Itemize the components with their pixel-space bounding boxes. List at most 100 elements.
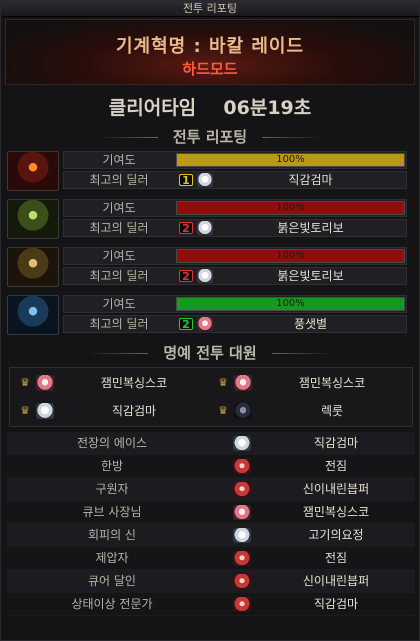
best-dealer: 2 붉은빛토리보 bbox=[176, 268, 405, 284]
award-winner: 고기의요정 bbox=[308, 528, 364, 542]
character-avatar-icon bbox=[36, 375, 54, 391]
boss-gold-icon bbox=[7, 247, 59, 287]
character-avatar-icon bbox=[197, 317, 213, 331]
character-avatar-icon bbox=[233, 436, 251, 451]
boss-red-icon bbox=[7, 151, 59, 191]
crown-icon: ♛ bbox=[20, 404, 30, 417]
party-row: 기여도 100% 최고의 딜러 2 붉은빛토리보 bbox=[5, 197, 415, 241]
rank-badge: 1 bbox=[179, 174, 193, 187]
award-winner: 전짐 bbox=[324, 459, 348, 473]
honor-member: ♛ 렉룻 bbox=[212, 398, 408, 424]
honor-member-name: 직감검마 bbox=[111, 404, 157, 418]
awards-list: 전장의 에이스 직감검마 한방 전짐 구원자 신이내린븝퍼 큐브 사장님 잼민복… bbox=[7, 432, 415, 616]
character-avatar-icon bbox=[234, 403, 252, 419]
character-avatar-icon bbox=[36, 403, 54, 419]
award-winner: 직감검마 bbox=[313, 597, 359, 611]
clear-time-value: 06분19초 bbox=[223, 97, 312, 119]
award-title: 제압자 bbox=[95, 551, 129, 565]
clear-time: 클리어타임 06분19초 bbox=[1, 93, 419, 120]
character-avatar-icon bbox=[233, 574, 251, 589]
award-row: 제압자 전짐 bbox=[7, 547, 415, 570]
best-dealer-label: 최고의 딜러 bbox=[89, 173, 149, 187]
rank-badge: 2 bbox=[179, 318, 193, 331]
character-avatar-icon bbox=[197, 269, 213, 283]
battle-report-heading: 전투 리포팅 bbox=[1, 126, 419, 147]
best-dealer: 1 직감검마 bbox=[176, 172, 405, 188]
best-dealer-label: 최고의 딜러 bbox=[89, 317, 149, 331]
contribution-bar: 100% bbox=[176, 201, 405, 215]
contribution-bar: 100% bbox=[176, 297, 405, 311]
award-row: 구원자 신이내린븝퍼 bbox=[7, 478, 415, 501]
crown-icon: ♛ bbox=[20, 376, 30, 389]
best-dealer-label: 최고의 딜러 bbox=[89, 221, 149, 235]
honor-member: ♛ 잼민복싱스코 bbox=[14, 370, 210, 396]
contribution-label: 기여도 bbox=[102, 249, 136, 263]
award-winner: 전짐 bbox=[324, 551, 348, 565]
contribution-bar: 100% bbox=[176, 153, 405, 167]
best-dealer: 2 풍샛별 bbox=[176, 316, 405, 332]
character-avatar-icon bbox=[197, 173, 213, 187]
dealer-name: 붉은빛토리보 bbox=[277, 221, 344, 235]
award-winner: 직감검마 bbox=[313, 436, 359, 450]
character-avatar-icon bbox=[197, 221, 213, 235]
character-avatar-icon bbox=[233, 482, 251, 497]
award-row: 회피의 신 고기의요정 bbox=[7, 524, 415, 547]
award-title: 구원자 bbox=[95, 482, 129, 496]
crown-icon: ♛ bbox=[218, 404, 228, 417]
dealer-name: 풍샛별 bbox=[293, 317, 328, 331]
boss-blue-icon bbox=[7, 295, 59, 335]
party-row: 기여도 100% 최고의 딜러 2 붉은빛토리보 bbox=[5, 245, 415, 289]
character-avatar-icon bbox=[234, 375, 252, 391]
award-winner: 잼민복싱스코 bbox=[302, 505, 370, 519]
honor-member: ♛ 잼민복싱스코 bbox=[212, 370, 408, 396]
dungeon-name: 기계혁명 : 바칼 레이드 bbox=[115, 36, 305, 57]
best-dealer-label: 최고의 딜러 bbox=[89, 269, 149, 283]
award-title: 전장의 에이스 bbox=[76, 436, 148, 450]
award-title: 큐브 사장님 bbox=[82, 505, 142, 519]
dealer-name: 직감검마 bbox=[288, 173, 333, 187]
boss-green-icon bbox=[7, 199, 59, 239]
contribution-bar: 100% bbox=[176, 249, 405, 263]
clear-time-label: 클리어타임 bbox=[108, 97, 197, 119]
honor-members-panel: ♛ 잼민복싱스코 ♛ 잼민복싱스코 ♛ 직감검마 ♛ 렉룻 bbox=[9, 367, 413, 427]
contribution-value: 100% bbox=[276, 154, 305, 165]
dealer-name: 붉은빛토리보 bbox=[277, 269, 344, 283]
award-row: 큐브 사장님 잼민복싱스코 bbox=[7, 501, 415, 524]
crown-icon: ♛ bbox=[218, 376, 228, 389]
contribution-value: 100% bbox=[276, 202, 305, 213]
award-title: 큐어 달인 bbox=[88, 574, 136, 588]
character-avatar-icon bbox=[233, 505, 251, 520]
honor-heading: 명예 전투 대원 bbox=[1, 342, 419, 363]
window-title: 전투 리포팅 bbox=[1, 1, 419, 17]
character-avatar-icon bbox=[233, 551, 251, 566]
award-winner: 신이내린븝퍼 bbox=[302, 574, 370, 588]
contribution-label: 기여도 bbox=[102, 297, 136, 311]
party-row: 기여도 100% 최고의 딜러 1 직감검마 bbox=[5, 149, 415, 193]
award-title: 한방 bbox=[100, 459, 124, 473]
award-title: 상태이상 전문가 bbox=[71, 597, 153, 611]
character-avatar-icon bbox=[233, 528, 251, 543]
difficulty-mode: 하드모드 bbox=[182, 60, 238, 78]
award-row: 한방 전짐 bbox=[7, 455, 415, 478]
best-dealer: 2 붉은빛토리보 bbox=[176, 220, 405, 236]
contribution-label: 기여도 bbox=[102, 201, 136, 215]
battle-report-window: 전투 리포팅 기계혁명 : 바칼 레이드 하드모드 클리어타임 06분19초 전… bbox=[0, 0, 420, 641]
honor-member: ♛ 직감검마 bbox=[14, 398, 210, 424]
rank-badge: 2 bbox=[179, 222, 193, 235]
award-winner: 신이내린븝퍼 bbox=[302, 482, 370, 496]
character-avatar-icon bbox=[233, 597, 251, 612]
party-row: 기여도 100% 최고의 딜러 2 풍샛별 bbox=[5, 293, 415, 337]
award-row: 전장의 에이스 직감검마 bbox=[7, 432, 415, 455]
raid-banner: 기계혁명 : 바칼 레이드 하드모드 bbox=[5, 19, 415, 85]
contribution-value: 100% bbox=[276, 298, 305, 309]
contribution-label: 기여도 bbox=[102, 153, 136, 167]
award-row: 큐어 달인 신이내린븝퍼 bbox=[7, 570, 415, 593]
honor-member-name: 렉룻 bbox=[320, 404, 344, 418]
award-row: 상태이상 전문가 직감검마 bbox=[7, 593, 415, 616]
honor-member-name: 잼민복싱스코 bbox=[100, 376, 168, 390]
honor-member-name: 잼민복싱스코 bbox=[298, 376, 366, 390]
rank-badge: 2 bbox=[179, 270, 193, 283]
contribution-value: 100% bbox=[276, 250, 305, 261]
award-title: 회피의 신 bbox=[88, 528, 136, 542]
character-avatar-icon bbox=[233, 459, 251, 474]
